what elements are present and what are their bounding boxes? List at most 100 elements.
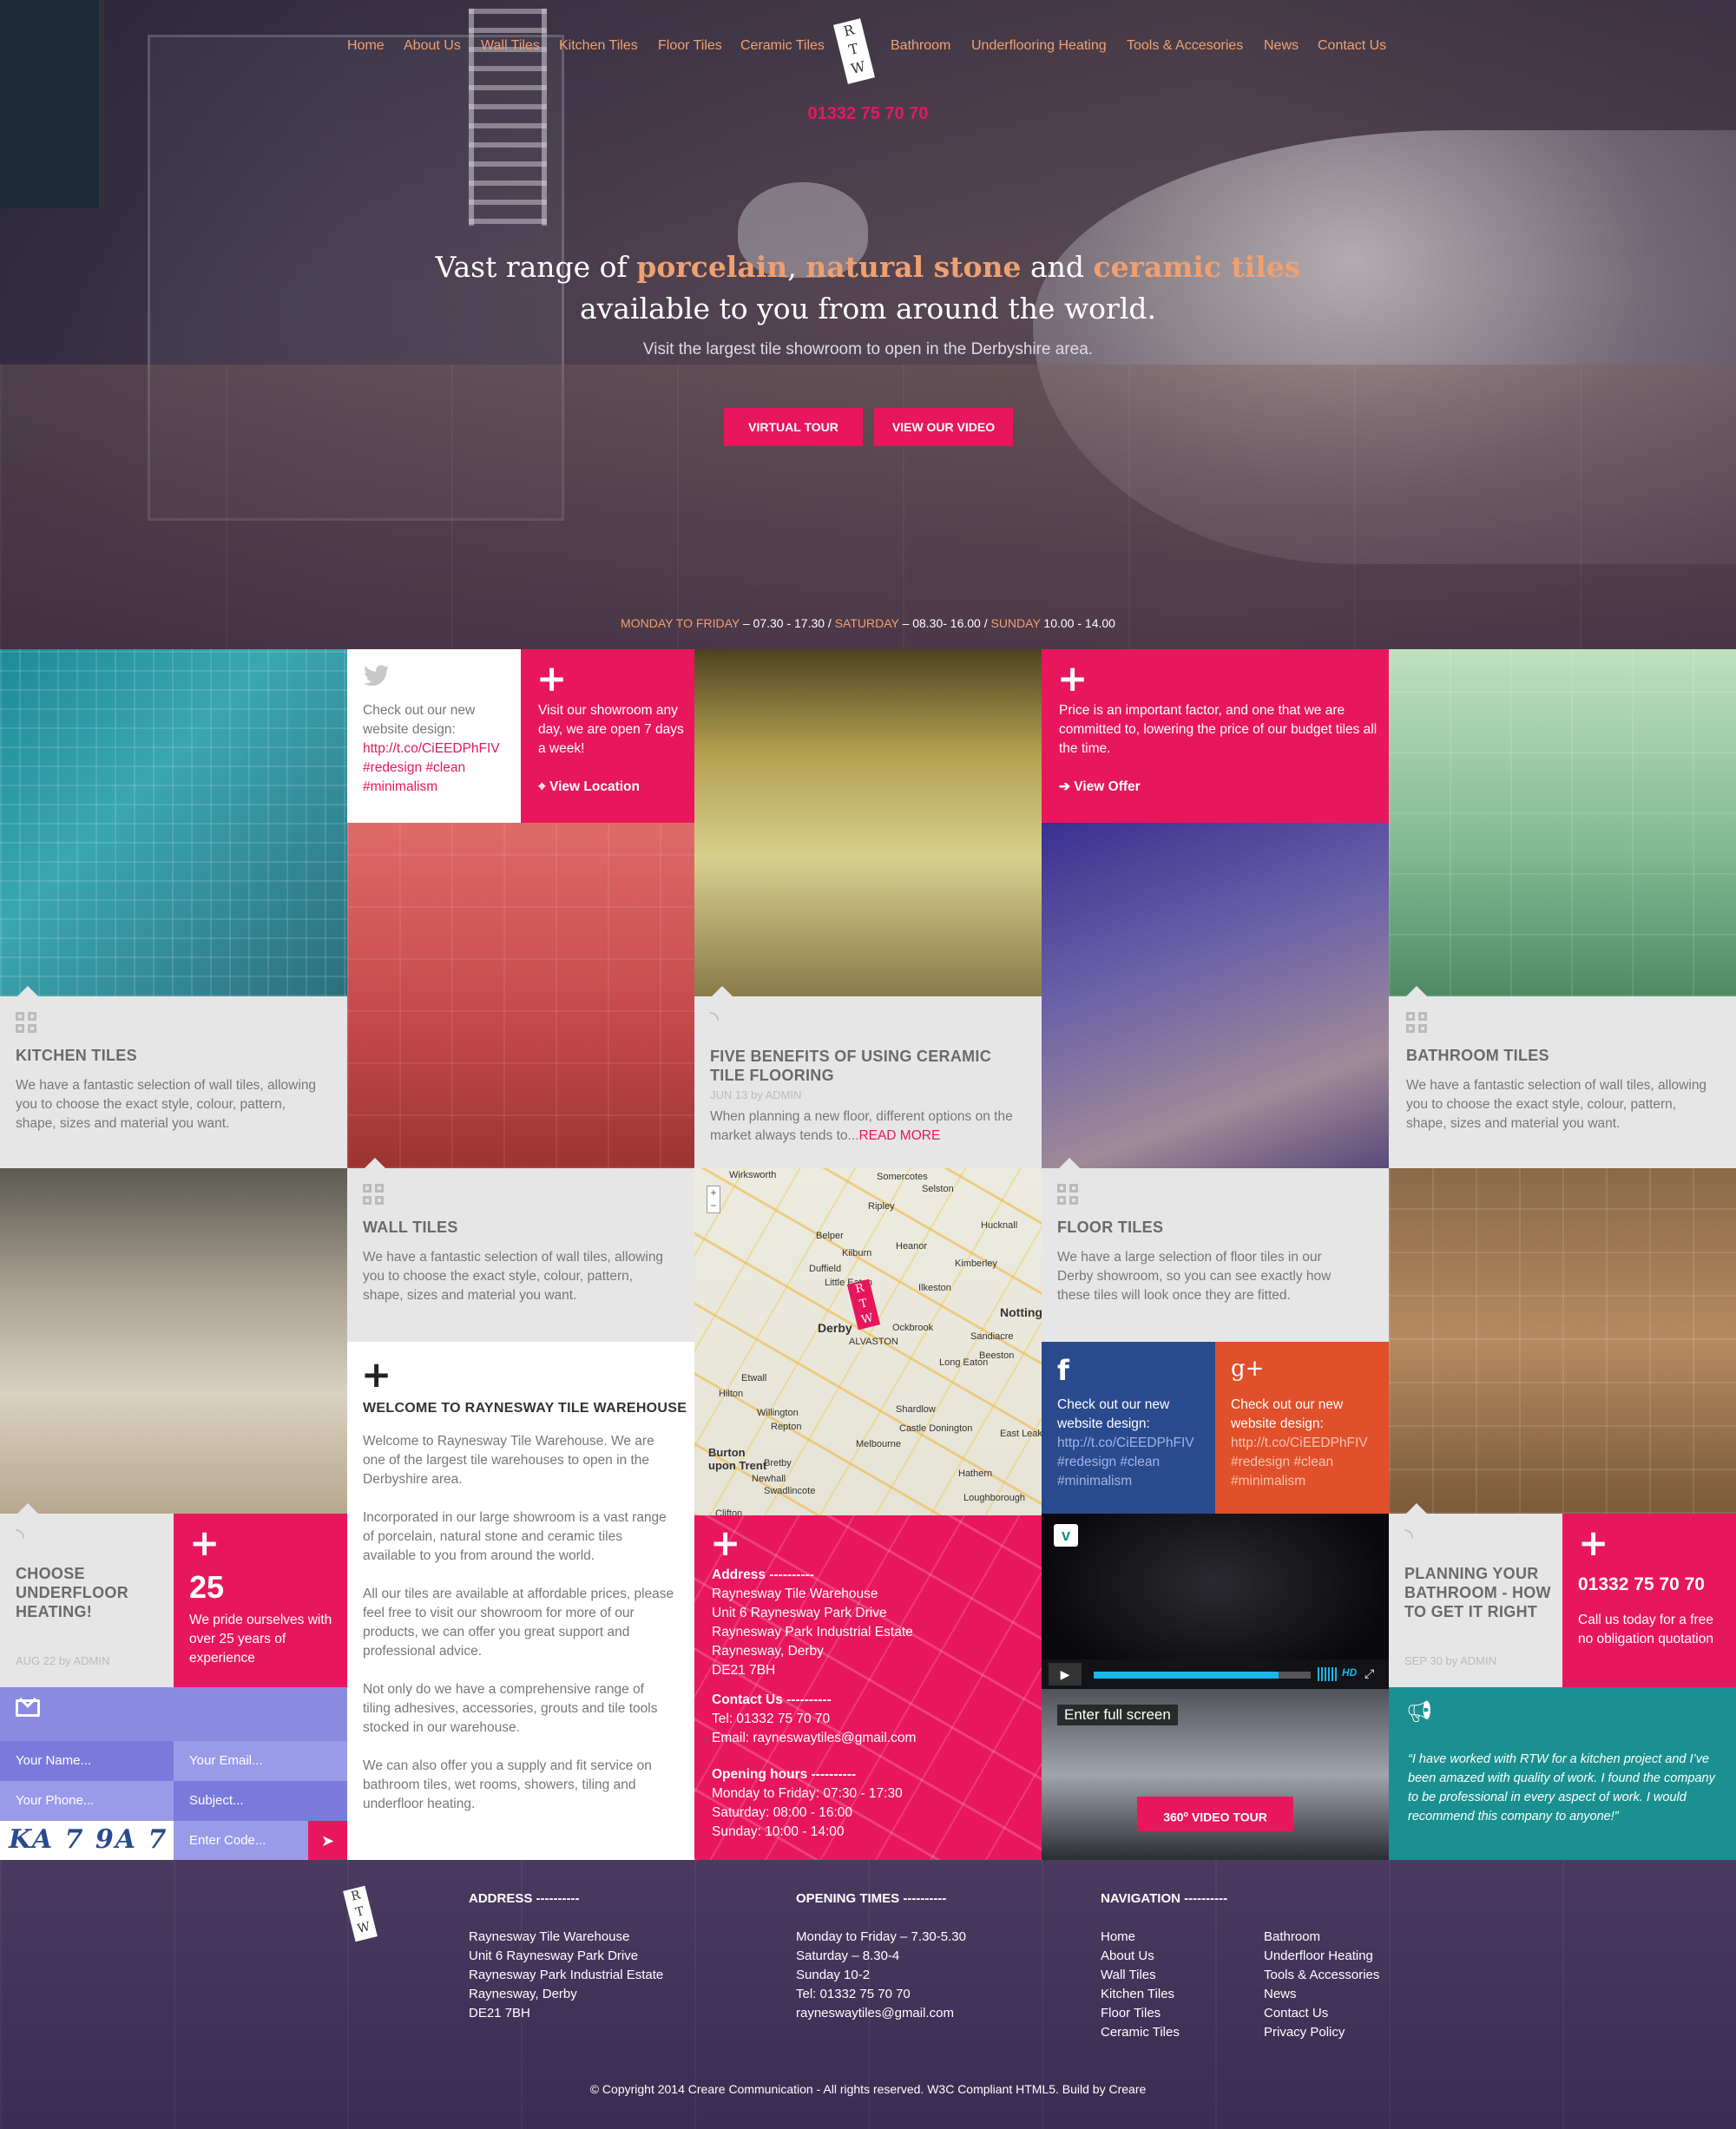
google-plus-post-link[interactable]: http://t.co/CiEEDPhFIV xyxy=(1231,1434,1368,1453)
hero-phone[interactable]: 01332 75 70 70 xyxy=(0,104,1736,124)
google-plus-post-hashtags[interactable]: #minimalism xyxy=(1231,1472,1305,1491)
footer-nav-link[interactable]: Contact Us xyxy=(1264,2004,1379,2023)
view-offer-link[interactable]: ➔ View Offer xyxy=(1059,778,1141,797)
fullscreen-icon[interactable]: ⤢ xyxy=(1364,1666,1374,1681)
planning-post-meta: SEP 30 by ADMIN xyxy=(1404,1654,1496,1667)
map-zoom-out-button[interactable]: − xyxy=(707,1199,720,1212)
footer-address-line: Raynesway Tile Warehouse xyxy=(469,1929,630,1944)
email-field[interactable]: Your Email... xyxy=(174,1741,347,1781)
nav-ceramic-tiles[interactable]: Ceramic Tiles xyxy=(740,38,825,54)
send-button[interactable]: ➤ xyxy=(308,1821,347,1861)
footer-nav-link[interactable]: Bathroom xyxy=(1264,1928,1379,1947)
nav-about-us[interactable]: About Us xyxy=(404,38,461,54)
footer-nav-link[interactable]: Kitchen Tiles xyxy=(1101,1985,1180,2004)
video-tour-button[interactable]: 360o VIDEO TOUR xyxy=(1137,1797,1293,1831)
virtual-tour-tile[interactable]: Enter full screen 360o VIDEO TOUR xyxy=(1042,1689,1389,1861)
wall-tiles-tile[interactable]: WALL TILES We have a fantastic selection… xyxy=(347,1168,694,1342)
read-more-link[interactable]: READ MORE xyxy=(858,1128,940,1143)
tweet-text: Check out our new website design: xyxy=(363,703,476,737)
virtual-tour-button[interactable]: VIRTUAL TOUR xyxy=(724,408,863,446)
footer-nav-link[interactable]: Floor Tiles xyxy=(1101,2004,1180,2023)
planning-post-title[interactable]: PLANNING YOUR BATHROOM - HOW TO GET IT R… xyxy=(1404,1564,1556,1621)
google-plus-icon: g+ xyxy=(1231,1356,1265,1382)
video-player[interactable]: v ▶ HD ⤢ xyxy=(1042,1514,1389,1689)
blog-post-tile[interactable]: ◝ FIVE BENEFITS OF USING CERAMIC TILE FL… xyxy=(694,996,1042,1168)
contact-phone[interactable]: Tel: 01332 75 70 70 xyxy=(712,1710,830,1729)
address-tile: + Address ---------- Raynesway Tile Ware… xyxy=(694,1515,1042,1861)
facebook-post-hashtags[interactable]: #redesign #clean xyxy=(1057,1453,1160,1472)
megaphone-icon: 📢︎ xyxy=(1406,1700,1433,1724)
facebook-post-hashtags[interactable]: #minimalism xyxy=(1057,1472,1132,1491)
footer-nav-link[interactable]: Ceramic Tiles xyxy=(1101,2023,1180,2042)
nav-kitchen-tiles[interactable]: Kitchen Tiles xyxy=(559,38,638,54)
nav-contact-us[interactable]: Contact Us xyxy=(1318,38,1386,54)
map-town-label: Long Eaton xyxy=(939,1357,989,1368)
footer-nav-link[interactable]: Tools & Accessories xyxy=(1264,1966,1379,1985)
footer-nav-link[interactable]: Wall Tiles xyxy=(1101,1966,1180,1985)
hero-title-text: Vast range of xyxy=(435,250,637,284)
footer-nav-link[interactable]: Underfloor Heating xyxy=(1264,1947,1379,1966)
footer-nav-link[interactable]: Privacy Policy xyxy=(1264,2023,1379,2042)
google-plus-tile[interactable]: g+ Check out our new website design: htt… xyxy=(1215,1342,1389,1514)
planning-post-tile[interactable]: ◝ PLANNING YOUR BATHROOM - HOW TO GET IT… xyxy=(1389,1514,1562,1687)
play-button[interactable]: ▶ xyxy=(1049,1663,1082,1685)
hours-time: – 07.30 - 17.30 / xyxy=(739,616,835,630)
call-us-phone[interactable]: 01332 75 70 70 xyxy=(1578,1574,1705,1595)
footer-nav-link[interactable]: About Us xyxy=(1101,1947,1180,1966)
subject-field[interactable]: Subject... xyxy=(174,1781,347,1821)
hero-title-text: , xyxy=(787,250,806,284)
tweet-hashtags[interactable]: #redesign #clean xyxy=(363,759,465,778)
grid-icon xyxy=(363,1184,384,1205)
view-location-link[interactable]: ⌖ View Location xyxy=(538,778,640,797)
contact-form: Your Name... Your Email... Your Phone...… xyxy=(0,1687,347,1861)
name-field[interactable]: Your Name... xyxy=(0,1741,174,1781)
kitchen-interior-image xyxy=(1042,823,1389,1168)
nav-underfloor-heating[interactable]: Underflooring Heating xyxy=(971,38,1107,54)
hero-title-line2: available to you from around the world. xyxy=(579,292,1156,325)
nav-wall-tiles[interactable]: Wall Tiles xyxy=(481,38,540,54)
google-plus-post-hashtags[interactable]: #redesign #clean xyxy=(1231,1453,1333,1472)
hd-toggle[interactable]: HD xyxy=(1342,1666,1357,1679)
tile-notch xyxy=(17,1503,38,1514)
plus-icon: + xyxy=(189,1521,220,1564)
map-town-label: Sandiacre xyxy=(970,1331,1014,1342)
nav-bathroom[interactable]: Bathroom xyxy=(891,38,950,54)
years-number: 25 xyxy=(189,1569,225,1605)
welcome-tile: + WELCOME TO RAYNESWAY TILE WAREHOUSE We… xyxy=(347,1342,694,1861)
tweet-link[interactable]: http://t.co/CiEEDPhFIV xyxy=(363,739,500,759)
opening-hours-bar: MONDAY TO FRIDAY – 07.30 - 17.30 / SATUR… xyxy=(0,616,1736,630)
google-plus-post-text: Check out our new website design: xyxy=(1231,1397,1344,1431)
plus-icon: + xyxy=(710,1521,741,1564)
wall-tiles-title: WALL TILES xyxy=(363,1219,458,1236)
video-progress-fill xyxy=(1094,1672,1279,1679)
tweet-hashtags[interactable]: #minimalism xyxy=(363,778,437,797)
footer-nav-link[interactable]: Home xyxy=(1101,1928,1180,1947)
map-town-label: Bretby xyxy=(764,1458,792,1469)
kitchen-tiles-tile[interactable]: KITCHEN TILES We have a fantastic select… xyxy=(0,996,347,1168)
facebook-post-link[interactable]: http://t.co/CiEEDPhFIV xyxy=(1057,1434,1194,1453)
contact-email[interactable]: Email: rayneswaytiles@gmail.com xyxy=(712,1729,916,1748)
underfloor-post-tile[interactable]: ◝ CHOOSE UNDERFLOOR HEATING! AUG 22 by A… xyxy=(0,1514,174,1687)
video-progress-bar[interactable] xyxy=(1094,1672,1311,1679)
underfloor-post-title[interactable]: CHOOSE UNDERFLOOR HEATING! xyxy=(16,1564,163,1621)
floor-tiles-tile[interactable]: FLOOR TILES We have a large selection of… xyxy=(1042,1168,1389,1342)
nav-floor-tiles[interactable]: Floor Tiles xyxy=(658,38,722,54)
nav-home[interactable]: Home xyxy=(347,38,385,54)
phone-field[interactable]: Your Phone... xyxy=(0,1781,174,1821)
plus-icon: + xyxy=(1057,657,1088,700)
location-map[interactable]: + − Wirksworth Somercotes Selston Ripley Bel… xyxy=(694,1168,1042,1515)
captcha-code-field[interactable]: Enter Code... xyxy=(174,1821,308,1861)
bathroom-tiles-tile[interactable]: BATHROOM TILES We have a fantastic selec… xyxy=(1389,996,1736,1168)
hero-floor-image xyxy=(0,365,1736,649)
map-town-label: Clifton xyxy=(715,1508,743,1515)
footer-nav-link[interactable]: News xyxy=(1264,1985,1379,2004)
nav-tools-accessories[interactable]: Tools & Accesories xyxy=(1127,38,1243,54)
logo[interactable]: R T W xyxy=(833,18,875,84)
facebook-tile[interactable]: f Check out our new website design: http… xyxy=(1042,1342,1215,1514)
map-zoom-in-button[interactable]: + xyxy=(707,1186,720,1199)
footer-logo[interactable]: R T W xyxy=(343,1885,378,1942)
view-video-button[interactable]: VIEW OUR VIDEO xyxy=(874,408,1013,446)
nav-news[interactable]: News xyxy=(1264,38,1299,54)
volume-icon[interactable] xyxy=(1318,1667,1337,1681)
blog-post-title[interactable]: FIVE BENEFITS OF USING CERAMIC TILE FLOO… xyxy=(710,1047,996,1085)
